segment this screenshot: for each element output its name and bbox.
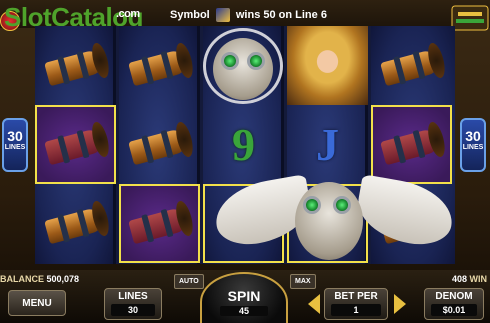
symbol-horn-winning (371, 105, 452, 184)
horn-icon (126, 119, 196, 168)
bet-value: 1 (331, 304, 381, 316)
lady-portrait-icon (287, 26, 368, 105)
denom-value: $0.01 (431, 304, 477, 316)
win-message: Symbol wins 50 on Line 6 (170, 8, 327, 22)
lines-value: 30 (111, 304, 155, 316)
symbol-nine: 9 (232, 119, 255, 170)
horn-icon (42, 198, 112, 247)
horn-icon (378, 119, 448, 168)
bet-increase-arrow-icon[interactable] (394, 294, 406, 314)
symbol-horn (371, 26, 452, 105)
reel-grid: 9 J (35, 26, 458, 264)
win-display: 408 WIN (452, 274, 487, 284)
lines-label-right: LINES (462, 144, 484, 151)
symbol-horn (35, 184, 116, 263)
owl-icon (195, 26, 291, 106)
symbol-horn-winning (119, 184, 200, 263)
lines-label: LINES (118, 291, 148, 302)
win-suffix: wins 50 on Line 6 (235, 8, 327, 21)
symbol-horn (119, 105, 200, 184)
horn-icon (126, 40, 196, 89)
lines-number-right: 30 (465, 128, 481, 144)
horn-icon (378, 40, 448, 89)
menu-button[interactable]: MENU (8, 290, 66, 316)
horn-icon (126, 198, 196, 247)
horn-icon (42, 40, 112, 89)
lines-label-left: LINES (4, 144, 26, 151)
game-brand-logo (450, 4, 490, 34)
reel-2 (119, 26, 200, 264)
spin-label: SPIN (227, 288, 261, 304)
reel-1 (35, 26, 116, 264)
denom-label: DENOM (435, 291, 473, 302)
symbol-horn (35, 26, 116, 105)
bet-label: BET PER (334, 291, 378, 302)
symbol-lady (287, 26, 368, 105)
win-label: WIN (469, 274, 488, 284)
auto-button[interactable]: AUTO (174, 274, 204, 289)
owl-icon (289, 176, 369, 264)
symbol-jack: J (316, 119, 339, 170)
balance-value: 500,078 (46, 274, 80, 284)
spin-button[interactable]: SPIN 45 (200, 272, 288, 323)
denom-selector[interactable]: DENOM $0.01 (424, 288, 484, 320)
symbol-horn-winning (35, 105, 116, 184)
logo-suffix: .com (116, 8, 140, 20)
lines-indicator-right: 30 LINES (460, 118, 486, 172)
top-banner: SlotCatalog .com Symbol wins 50 on Line 6 (0, 0, 490, 32)
lines-selector[interactable]: LINES 30 (104, 288, 162, 320)
balance-display: BALANCE 500,078 (0, 274, 79, 284)
win-value: 408 (452, 274, 468, 284)
win-prefix: Symbol (170, 8, 210, 21)
symbol-horn (119, 26, 200, 105)
lines-indicator-left: 30 LINES (2, 118, 28, 172)
horn-icon (42, 119, 112, 168)
spin-total-bet: 45 (220, 306, 268, 316)
bet-per-selector[interactable]: BET PER 1 (324, 288, 388, 320)
max-bet-button[interactable]: MAX (290, 274, 316, 289)
balance-label: BALANCE (0, 274, 44, 284)
horn-symbol-icon (215, 8, 230, 22)
lines-number-left: 30 (7, 128, 23, 144)
bet-decrease-arrow-icon[interactable] (308, 294, 320, 314)
slot-game-screen: SlotCatalog .com Symbol wins 50 on Line 6 (0, 0, 490, 323)
